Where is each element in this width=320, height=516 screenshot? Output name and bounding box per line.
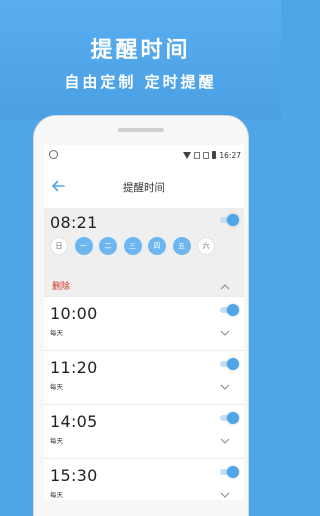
day-chip[interactable]: 二 [99, 237, 117, 255]
alarm-toggle[interactable] [220, 214, 239, 226]
repeat-days: 日一二三四五六 [50, 237, 215, 255]
chevron-down-icon[interactable] [220, 384, 230, 391]
battery-icon [212, 151, 216, 159]
day-chip[interactable]: 四 [148, 237, 166, 255]
promo-subtitle: 自由定制 定时提醒 [64, 73, 217, 91]
phone-speaker [118, 128, 164, 132]
delete-row: 删除 [44, 276, 244, 296]
phone-screen: 16:27 提醒时间 08:21 日一二三四五六 删除 10:00 每天 11:20… [44, 145, 244, 500]
alarm-time[interactable]: 10:00 [50, 304, 98, 323]
day-chip[interactable]: 一 [74, 237, 93, 255]
chevron-down-icon[interactable] [220, 492, 230, 499]
status-time: 16:27 [219, 151, 241, 160]
alarm-toggle[interactable] [220, 412, 239, 424]
day-chip[interactable]: 六 [197, 237, 215, 255]
alarm-toggle[interactable] [220, 466, 239, 478]
app-notification-icon [49, 150, 58, 159]
alarm-item[interactable]: 11:20 每天 [44, 350, 244, 404]
alarm-time[interactable]: 11:20 [50, 358, 98, 377]
chevron-up-icon[interactable] [220, 283, 230, 290]
alarm-repeat: 每天 [50, 383, 63, 391]
page-title: 提醒时间 [123, 182, 165, 194]
no-sim-icon [194, 151, 200, 159]
alarm-item[interactable]: 15:30 每天 [44, 458, 244, 500]
alarm-repeat: 每天 [50, 437, 63, 445]
delete-button[interactable]: 删除 [52, 279, 70, 292]
alarm-toggle[interactable] [220, 304, 239, 316]
alarm-item[interactable]: 14:05 每天 [44, 404, 244, 458]
status-icons [183, 150, 216, 160]
status-bar: 16:27 [44, 145, 244, 165]
day-chip[interactable]: 五 [172, 237, 191, 255]
app-bar: 提醒时间 [44, 165, 244, 209]
wifi-icon [183, 151, 191, 159]
alarm-item-expanded[interactable]: 08:21 日一二三四五六 [44, 209, 244, 276]
alarm-toggle[interactable] [220, 358, 239, 370]
alarm-repeat: 每天 [50, 491, 63, 499]
alarm-time[interactable]: 08:21 [50, 213, 98, 232]
alarm-repeat: 每天 [50, 329, 63, 337]
promo-banner: 提醒时间 自由定制 定时提醒 [0, 0, 281, 120]
promo-title: 提醒时间 [90, 38, 191, 63]
chevron-down-icon[interactable] [220, 330, 230, 337]
no-sim-icon-2 [203, 151, 209, 159]
alarm-item[interactable]: 10:00 每天 [44, 296, 244, 350]
day-chip[interactable]: 日 [50, 237, 68, 255]
chevron-down-icon[interactable] [220, 438, 230, 445]
alarm-time[interactable]: 14:05 [50, 412, 98, 431]
day-chip[interactable]: 三 [123, 237, 142, 255]
alarm-time[interactable]: 15:30 [50, 466, 98, 485]
